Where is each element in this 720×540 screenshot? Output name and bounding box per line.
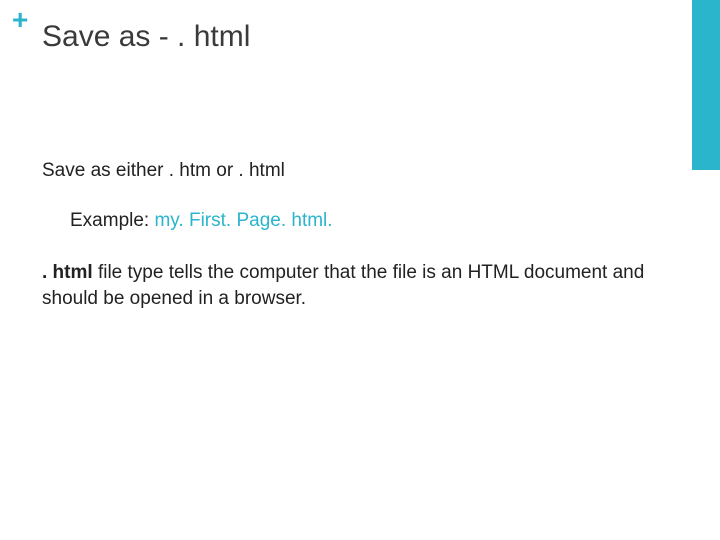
example-value: my. First. Page. html.	[154, 210, 332, 231]
slide-content: Save as either . htm or . html Example: …	[42, 160, 660, 311]
body-line-3: . html file type tells the computer that…	[42, 260, 660, 311]
slide-title: Save as - . html	[42, 20, 250, 54]
body-line-3-rest: file type tells the computer that the fi…	[42, 262, 644, 309]
body-line-3-bold: . html	[42, 262, 93, 283]
accent-bar	[692, 0, 720, 170]
body-example-line: Example: my. First. Page. html.	[70, 210, 660, 232]
body-line-1: Save as either . htm or . html	[42, 160, 660, 182]
plus-icon: +	[12, 6, 28, 34]
example-label: Example:	[70, 210, 154, 231]
